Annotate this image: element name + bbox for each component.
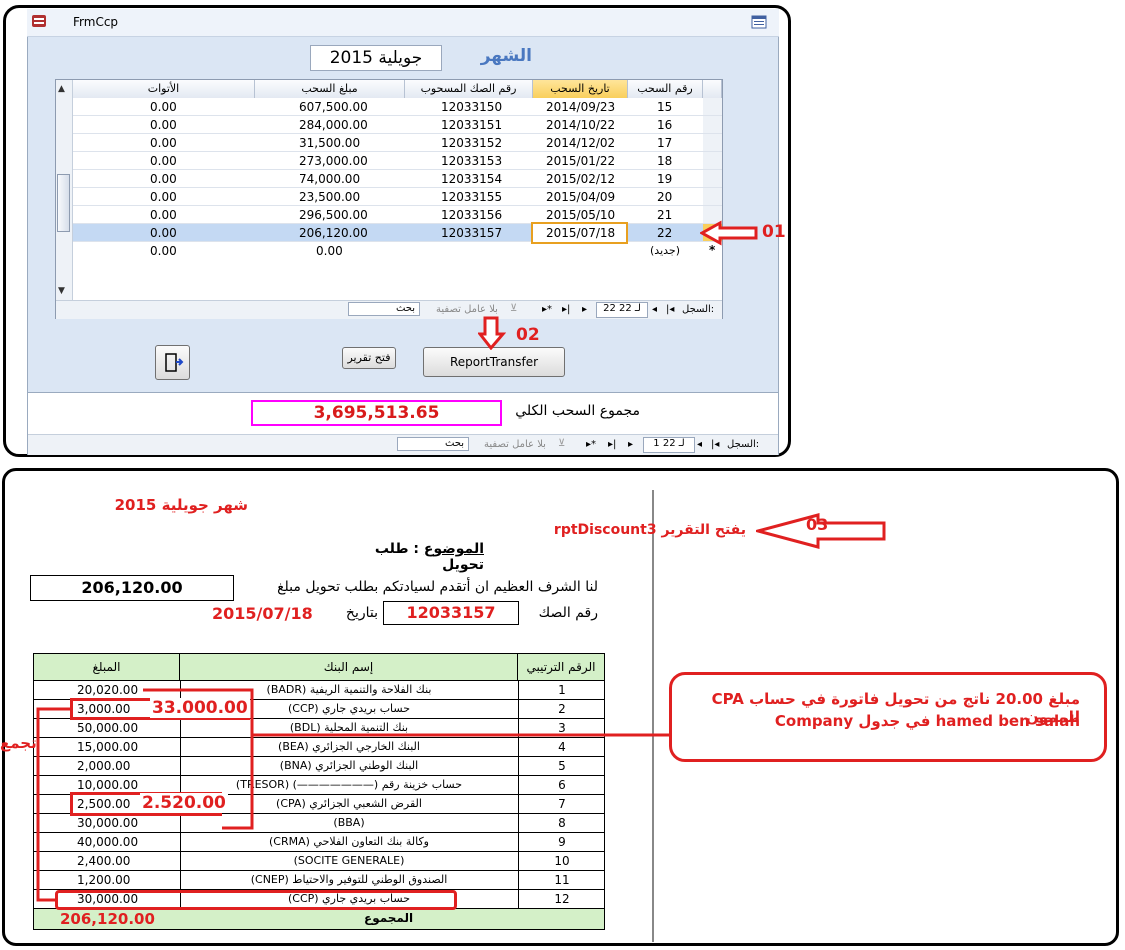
connector-lines (36, 688, 670, 902)
note-line-2: hamed ben salah في جدول Company (774, 712, 1080, 730)
